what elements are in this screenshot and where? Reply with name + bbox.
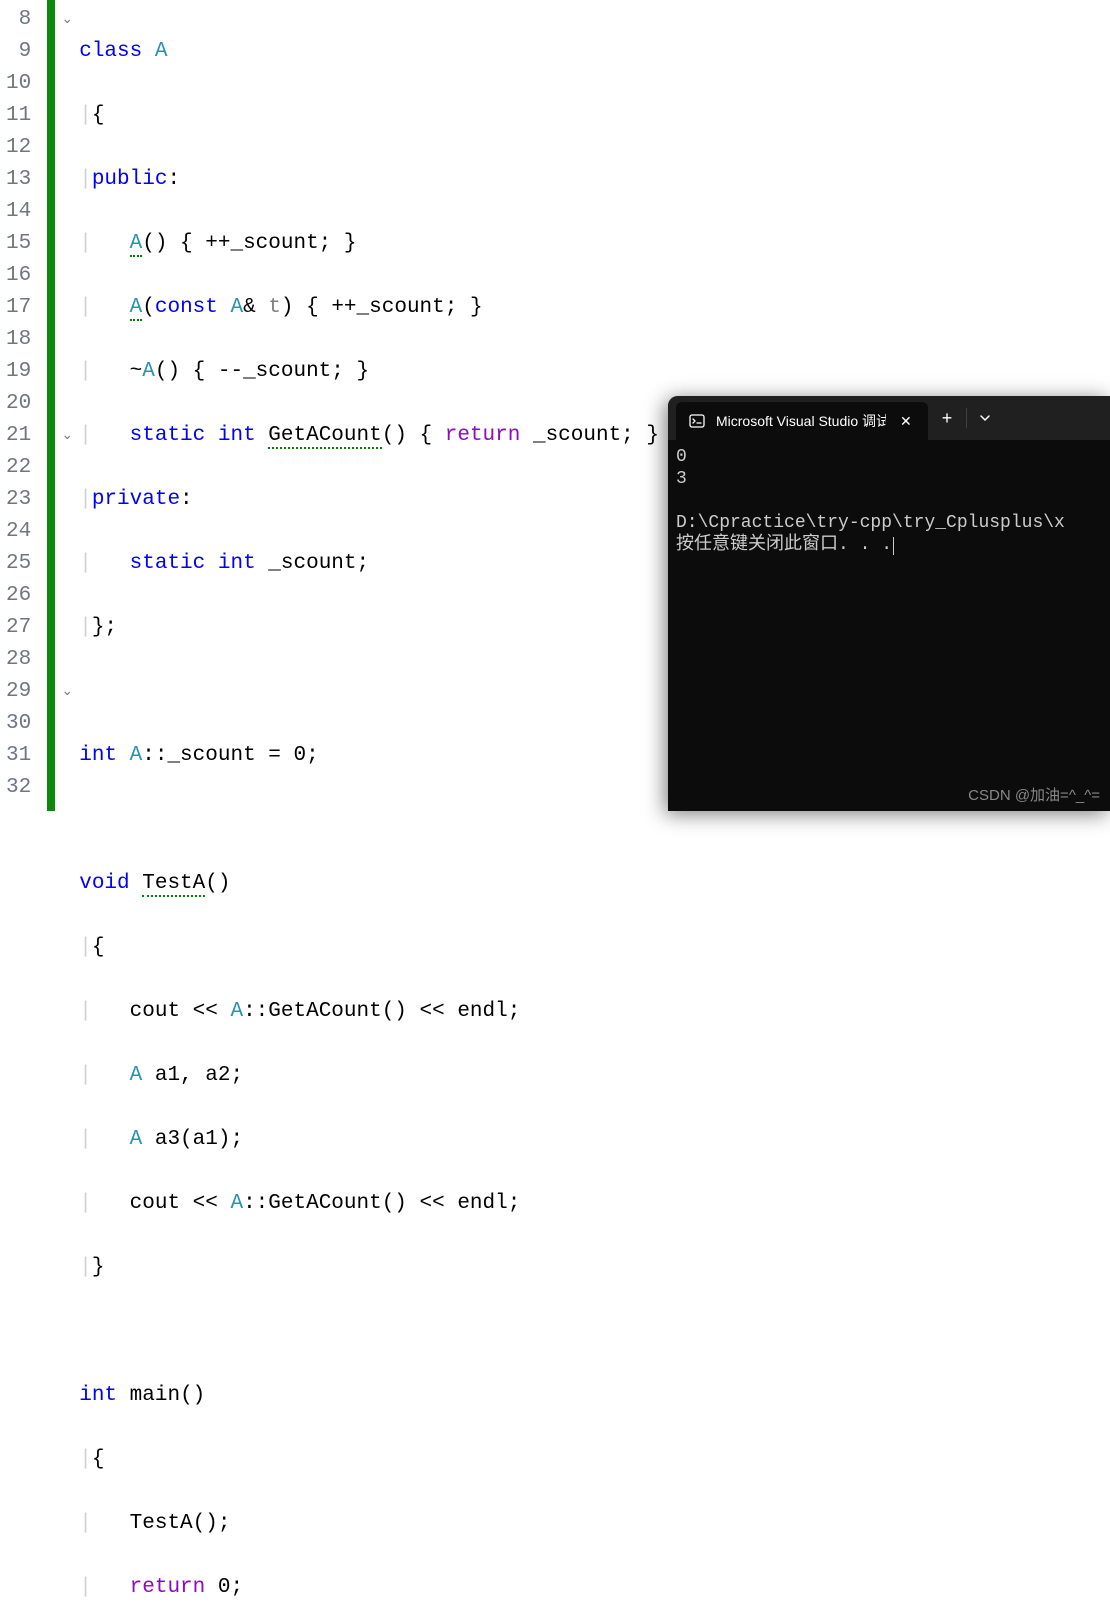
change-indicator-bar: [47, 0, 55, 811]
line-number: 24: [6, 516, 31, 548]
close-icon[interactable]: ✕: [896, 413, 916, 430]
line-number: 26: [6, 580, 31, 612]
new-tab-button[interactable]: +: [928, 399, 967, 437]
line-number: 16: [6, 260, 31, 292]
fold-toggle-icon[interactable]: ⌄: [55, 676, 79, 708]
fold-column: ⌄ ⌄ ⌄: [55, 0, 79, 811]
line-number: 19: [6, 356, 31, 388]
line-number: 17: [6, 292, 31, 324]
output-path: D:\Cpractice\try-cpp\try_Cplusplus\x: [676, 513, 1065, 533]
line-number: 30: [6, 708, 31, 740]
fold-toggle-icon[interactable]: ⌄: [55, 420, 79, 452]
watermark-text: CSDN @加油=^_^=: [968, 784, 1100, 805]
line-number: 28: [6, 644, 31, 676]
line-number: 23: [6, 484, 31, 516]
code-area[interactable]: class A |{ |public: | A() { ++_scount; }…: [79, 0, 659, 811]
terminal-icon: [688, 412, 706, 430]
console-tab-title: Microsoft Visual Studio 调试: [716, 411, 886, 431]
line-number: 20: [6, 388, 31, 420]
line-number: 10: [6, 68, 31, 100]
line-number: 13: [6, 164, 31, 196]
line-number: 27: [6, 612, 31, 644]
line-number: 32: [6, 772, 31, 804]
line-number: 21: [6, 420, 31, 452]
line-number: 29: [6, 676, 31, 708]
text-cursor: [893, 537, 894, 555]
tab-dropdown-icon[interactable]: [967, 399, 1003, 437]
line-number: 12: [6, 132, 31, 164]
line-number: 11: [6, 100, 31, 132]
output-prompt: 按任意键关闭此窗口. . .: [676, 535, 892, 555]
line-number: 22: [6, 452, 31, 484]
fold-toggle-icon[interactable]: ⌄: [55, 4, 79, 36]
console-titlebar[interactable]: Microsoft Visual Studio 调试 ✕ +: [668, 396, 1110, 440]
line-number: 8: [6, 4, 31, 36]
line-number: 31: [6, 740, 31, 772]
console-tab[interactable]: Microsoft Visual Studio 调试 ✕: [676, 402, 928, 440]
console-output[interactable]: 0 3 D:\Cpractice\try-cpp\try_Cplusplus\x…: [668, 440, 1110, 562]
line-number-gutter: 8 9 10 11 12 13 14 15 16 17 18 19 20 21 …: [0, 0, 47, 811]
line-number: 15: [6, 228, 31, 260]
output-line: 3: [676, 469, 687, 489]
debug-console-window: Microsoft Visual Studio 调试 ✕ + 0 3 D:\Cp…: [668, 396, 1110, 811]
output-line: 0: [676, 447, 687, 467]
line-number: 14: [6, 196, 31, 228]
line-number: 25: [6, 548, 31, 580]
line-number: 9: [6, 36, 31, 68]
line-number: 18: [6, 324, 31, 356]
